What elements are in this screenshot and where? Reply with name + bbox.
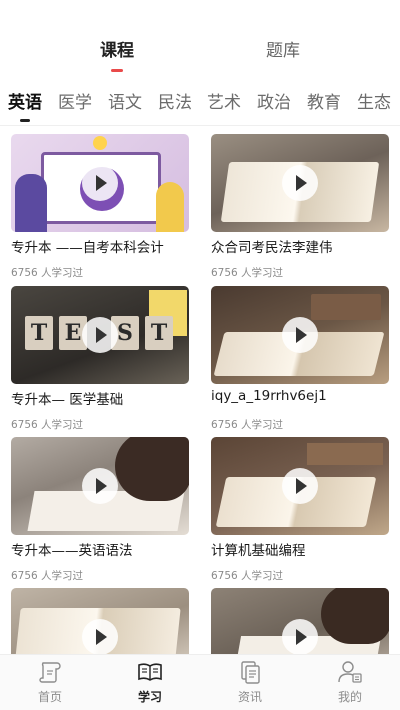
course-title: 专升本——英语语法	[11, 543, 133, 559]
course-title: 计算机基础编程	[211, 543, 306, 559]
course-card[interactable]: 专升本 ——自考本科会计 6756 人学习过	[11, 134, 189, 280]
course-thumbnail[interactable]	[211, 437, 389, 535]
open-book-icon	[138, 663, 162, 681]
play-icon[interactable]	[282, 165, 318, 201]
course-title: iqy_a_19rrhv6ej1	[211, 388, 327, 404]
category-tab-ecology[interactable]: 生态	[357, 88, 391, 113]
course-thumbnail[interactable]	[11, 437, 189, 535]
course-grid: 专升本 ——自考本科会计 6756 人学习过 众合司考民法李建伟 6756 人学…	[0, 134, 400, 654]
course-thumbnail[interactable]	[211, 588, 389, 654]
course-thumbnail[interactable]	[11, 588, 189, 654]
course-card[interactable]	[211, 588, 389, 654]
category-tab-bar: 英语 医学 语文 民法 艺术 政治 教育 生态	[0, 86, 400, 126]
nav-home-label: 首页	[37, 690, 62, 704]
course-thumbnail[interactable]: T E S T	[11, 286, 189, 384]
nav-news[interactable]: 资讯	[215, 659, 285, 705]
course-card[interactable]: 计算机基础编程 6756 人学习过	[211, 437, 389, 583]
course-learner-count: 6756 人学习过	[211, 267, 284, 279]
course-learner-count: 6756 人学习过	[211, 570, 284, 582]
nav-home[interactable]: 首页	[15, 659, 85, 705]
course-card[interactable]	[11, 588, 189, 654]
category-tab-art[interactable]: 艺术	[207, 88, 241, 113]
play-icon[interactable]	[82, 165, 118, 201]
tab-courses[interactable]: 课程	[100, 36, 134, 61]
play-icon[interactable]	[282, 619, 318, 654]
play-icon[interactable]	[282, 317, 318, 353]
active-tab-indicator	[111, 69, 123, 72]
category-tab-politics[interactable]: 政治	[257, 88, 291, 113]
course-learner-count: 6756 人学习过	[211, 419, 284, 431]
category-tab-education[interactable]: 教育	[307, 88, 341, 113]
category-tab-english[interactable]: 英语	[8, 88, 42, 113]
profile-icon	[338, 661, 362, 683]
play-icon[interactable]	[82, 317, 118, 353]
course-card[interactable]: 专升本——英语语法 6756 人学习过	[11, 437, 189, 583]
active-category-underline	[20, 119, 30, 122]
course-title: 专升本 ——自考本科会计	[11, 240, 164, 256]
course-learner-count: 6756 人学习过	[11, 570, 84, 582]
nav-profile-label: 我的	[337, 690, 362, 704]
course-title: 专升本— 医学基础	[11, 392, 124, 408]
top-tab-bar: 课程 题库	[0, 0, 400, 80]
tab-question-bank[interactable]: 题库	[266, 36, 300, 61]
nav-study-label: 学习	[137, 690, 162, 704]
play-icon[interactable]	[82, 619, 118, 654]
course-card[interactable]: iqy_a_19rrhv6ej1 6756 人学习过	[211, 286, 389, 432]
play-icon[interactable]	[82, 468, 118, 504]
category-tab-medicine[interactable]: 医学	[58, 88, 92, 113]
category-tab-civil-law[interactable]: 民法	[158, 88, 192, 113]
course-learner-count: 6756 人学习过	[11, 419, 84, 431]
play-icon[interactable]	[282, 468, 318, 504]
course-thumbnail[interactable]	[211, 134, 389, 232]
nav-news-label: 资讯	[237, 690, 262, 704]
course-card[interactable]: T E S T 专升本— 医学基础 6756 人学习过	[11, 286, 189, 432]
news-document-icon	[241, 661, 260, 684]
bottom-navigation: 首页 学习 资讯 我的	[0, 654, 400, 710]
home-scroll-icon	[39, 662, 61, 683]
course-thumbnail[interactable]	[211, 286, 389, 384]
course-thumbnail[interactable]	[11, 134, 189, 232]
course-title: 众合司考民法李建伟	[211, 240, 333, 256]
course-card[interactable]: 众合司考民法李建伟 6756 人学习过	[211, 134, 389, 280]
course-learner-count: 6756 人学习过	[11, 267, 84, 279]
nav-study[interactable]: 学习	[115, 659, 185, 705]
category-tab-chinese[interactable]: 语文	[108, 88, 142, 113]
nav-profile[interactable]: 我的	[315, 659, 385, 705]
